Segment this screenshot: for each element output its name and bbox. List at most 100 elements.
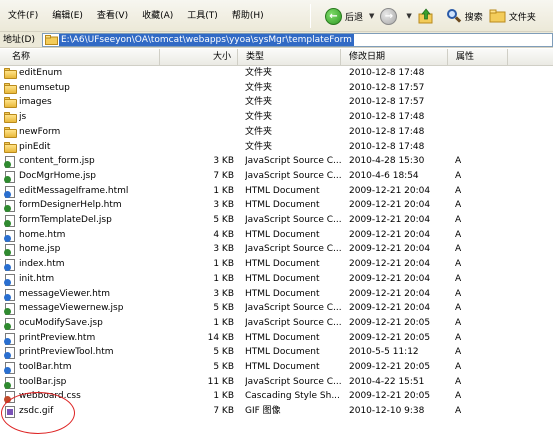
file-row[interactable]: js 文件夹 2010-12-8 17:48 bbox=[0, 110, 553, 125]
jsp-file-icon bbox=[4, 200, 17, 213]
file-size: 7 KB bbox=[213, 170, 234, 181]
menu-edit[interactable]: 编辑(E) bbox=[46, 8, 89, 24]
column-attributes[interactable]: 属性 bbox=[448, 49, 508, 66]
file-type: 文件夹 bbox=[245, 126, 273, 137]
highlight-circle bbox=[1, 392, 75, 434]
file-row[interactable]: printPreviewTool.htm 5 KB HTML Document 201… bbox=[0, 345, 553, 360]
file-row[interactable]: editEnum 文件夹 2010-12-8 17:48 bbox=[0, 66, 553, 81]
file-row[interactable]: editMessageIframe.html 1 KB HTML Document 2… bbox=[0, 184, 553, 199]
back-dropdown-icon[interactable]: ▼ bbox=[369, 12, 374, 20]
file-type: 文件夹 bbox=[245, 141, 273, 152]
file-row[interactable]: formTemplateDel.jsp 5 KB JavaScript Source… bbox=[0, 213, 553, 228]
column-type[interactable]: 类型 bbox=[238, 49, 341, 66]
file-icon-cell bbox=[4, 331, 18, 346]
file-type: JavaScript Source C... bbox=[245, 317, 341, 328]
html-file-icon bbox=[4, 332, 17, 345]
file-icon-cell bbox=[4, 242, 18, 257]
file-modified-date: 2009-12-21 20:04 bbox=[349, 259, 431, 270]
back-arrow-icon: ← bbox=[325, 7, 342, 25]
html-file-icon bbox=[4, 273, 17, 286]
menu-help[interactable]: 帮助(H) bbox=[226, 8, 270, 24]
column-date[interactable]: 修改日期 bbox=[341, 49, 448, 66]
file-row[interactable]: messageViewernew.jsp 5 KB JavaScript Sourc… bbox=[0, 301, 553, 316]
file-row[interactable]: formDesignerHelp.htm 3 KB HTML Document 200… bbox=[0, 198, 553, 213]
file-row[interactable]: content_form.jsp 3 KB JavaScript Source C.… bbox=[0, 154, 553, 169]
file-row[interactable]: init.htm 1 KB HTML Document 2009-12-21 20:0… bbox=[0, 272, 553, 287]
menu-file[interactable]: 文件(F) bbox=[2, 8, 44, 24]
file-modified-date: 2009-12-21 20:04 bbox=[349, 200, 431, 211]
file-name: messageViewernew.jsp bbox=[19, 303, 124, 314]
file-size: 5 KB bbox=[213, 347, 234, 358]
file-name: index.htm bbox=[19, 259, 65, 270]
file-row[interactable]: toolBar.htm 5 KB HTML Document 2009-12-21 2… bbox=[0, 360, 553, 375]
file-row[interactable]: toolBar.jsp 11 KB JavaScript Source C... 20… bbox=[0, 375, 553, 390]
file-type: JavaScript Source C... bbox=[245, 170, 341, 181]
file-row[interactable]: images 文件夹 2010-12-8 17:57 bbox=[0, 95, 553, 110]
file-name: formTemplateDel.jsp bbox=[19, 215, 112, 225]
file-size bbox=[160, 125, 234, 140]
forward-dropdown-icon[interactable]: ▼ bbox=[406, 12, 411, 20]
address-path[interactable]: E:\A6\UFseeyon\OA\tomcat\webapps\yyoa\sy… bbox=[59, 34, 354, 46]
back-button[interactable]: ← 后退 bbox=[322, 5, 366, 27]
file-row[interactable]: ocuModifySave.jsp 1 KB JavaScript Source C… bbox=[0, 316, 553, 331]
html-file-icon bbox=[4, 288, 17, 301]
file-name: editEnum bbox=[19, 68, 63, 78]
jsp-file-icon bbox=[4, 156, 17, 169]
file-row[interactable]: index.htm 1 KB HTML Document 2009-12-21 20:… bbox=[0, 257, 553, 272]
file-type: HTML Document bbox=[245, 273, 320, 284]
file-row[interactable]: printPreview.htm 14 KB HTML Document 2009-1… bbox=[0, 331, 553, 346]
file-name: images bbox=[19, 97, 52, 108]
folder-icon bbox=[45, 35, 58, 45]
file-row[interactable]: home.jsp 3 KB JavaScript Source C... 2009-1… bbox=[0, 242, 553, 257]
menu-favorites[interactable]: 收藏(A) bbox=[136, 8, 179, 24]
file-size: 11 KB bbox=[207, 376, 234, 387]
search-button[interactable]: 搜索 bbox=[443, 5, 486, 27]
file-row[interactable]: enumsetup 文件夹 2010-12-8 17:57 bbox=[0, 81, 553, 96]
file-modified-date: 2010-12-8 17:48 bbox=[349, 112, 425, 123]
jsp-file-icon bbox=[4, 170, 17, 183]
file-attributes: A bbox=[455, 215, 462, 225]
folder-icon bbox=[4, 82, 17, 94]
file-row[interactable]: zsdc.gif 7 KB GIF 图像 2010-12-10 9:38 A bbox=[0, 404, 553, 419]
file-name: printPreview.htm bbox=[19, 332, 96, 343]
file-icon-cell bbox=[4, 257, 18, 272]
column-name[interactable]: 名称 bbox=[0, 49, 160, 66]
file-icon-cell bbox=[4, 213, 18, 228]
file-size: 1 KB bbox=[213, 317, 234, 328]
menu-view[interactable]: 查看(V) bbox=[91, 8, 134, 24]
up-button[interactable] bbox=[415, 5, 437, 27]
file-type: 文件夹 bbox=[245, 68, 273, 78]
file-name: home.htm bbox=[19, 229, 66, 240]
forward-button[interactable]: → bbox=[377, 5, 403, 27]
file-icon-cell bbox=[4, 154, 18, 169]
file-row[interactable]: home.htm 4 KB HTML Document 2009-12-21 20:0… bbox=[0, 228, 553, 243]
file-attributes bbox=[455, 140, 495, 155]
file-attributes: A bbox=[455, 185, 462, 196]
file-row[interactable]: newForm 文件夹 2010-12-8 17:48 bbox=[0, 125, 553, 140]
address-bar: 地址(D) E:\A6\UFseeyon\OA\tomcat\webapps\y… bbox=[0, 32, 553, 48]
file-type: JavaScript Source C... bbox=[245, 244, 341, 255]
folders-button[interactable]: 文件夹 bbox=[486, 5, 539, 27]
file-icon-cell bbox=[4, 184, 18, 199]
file-size: 3 KB bbox=[213, 200, 234, 211]
file-row[interactable]: DocMgrHome.jsp 7 KB JavaScript Source C...… bbox=[0, 169, 553, 184]
file-size bbox=[160, 140, 234, 155]
file-type: GIF 图像 bbox=[245, 406, 281, 417]
jsp-file-icon bbox=[4, 303, 17, 316]
file-icon-cell bbox=[4, 360, 18, 375]
file-attributes: A bbox=[455, 391, 462, 402]
file-row[interactable]: pinEdit 文件夹 2010-12-8 17:48 bbox=[0, 140, 553, 155]
column-size[interactable]: 大小 bbox=[160, 49, 238, 66]
file-attributes: A bbox=[455, 317, 462, 328]
folders-icon bbox=[489, 9, 506, 23]
file-attributes: A bbox=[455, 156, 462, 167]
address-label: 地址(D) bbox=[3, 35, 35, 45]
address-field[interactable]: E:\A6\UFseeyon\OA\tomcat\webapps\yyoa\sy… bbox=[42, 33, 553, 47]
file-modified-date: 2010-12-8 17:48 bbox=[349, 141, 425, 152]
menu-tools[interactable]: 工具(T) bbox=[181, 8, 224, 24]
file-size: 5 KB bbox=[213, 362, 234, 372]
html-file-icon bbox=[4, 185, 17, 198]
file-row[interactable]: webboard.css 1 KB Cascading Style Sh... 200… bbox=[0, 389, 553, 404]
file-size: 3 KB bbox=[213, 288, 234, 299]
file-row[interactable]: messageViewer.htm 3 KB HTML Document 2009-1… bbox=[0, 287, 553, 302]
